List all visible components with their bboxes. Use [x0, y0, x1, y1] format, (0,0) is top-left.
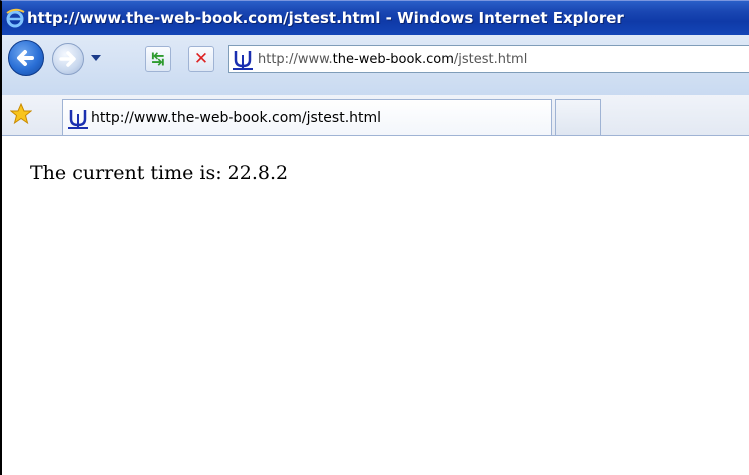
refresh-icon: ↹ [151, 49, 165, 68]
ie-logo-icon [5, 8, 25, 28]
address-domain: the-web-book.com [332, 51, 454, 67]
forward-button[interactable] [52, 43, 84, 75]
window-title: http://www.the-web-book.com/jstest.html … [27, 9, 624, 27]
address-prefix: http://www. [258, 51, 333, 67]
favorites-star-icon[interactable] [9, 102, 33, 125]
browser-window: http://www.the-web-book.com/jstest.html … [0, 0, 749, 475]
navigation-bar: ↹ ✕ http://www.the-web-book.com/jstest.h… [2, 35, 749, 95]
new-tab-button[interactable] [555, 99, 601, 135]
refresh-button[interactable]: ↹ [145, 46, 171, 72]
address-bar[interactable]: http://www.the-web-book.com/jstest.html [228, 45, 749, 73]
back-arrow-icon [17, 50, 34, 66]
forward-arrow-icon [59, 51, 76, 67]
stop-button[interactable]: ✕ [188, 46, 214, 72]
site-favicon-icon [232, 48, 254, 70]
tab-bar: http://www.the-web-book.com/jstest.html [2, 95, 749, 136]
tab-active[interactable]: http://www.the-web-book.com/jstest.html [62, 99, 552, 135]
back-button[interactable] [8, 40, 44, 76]
stop-icon: ✕ [193, 49, 209, 69]
address-url: http://www.the-web-book.com/jstest.html [258, 52, 527, 67]
tab-title: http://www.the-web-book.com/jstest.html [91, 109, 382, 126]
address-path: /jstest.html [453, 51, 528, 67]
page-body-text: The current time is: 22.8.2 [30, 162, 289, 184]
title-bar: http://www.the-web-book.com/jstest.html … [2, 1, 749, 35]
page-content: The current time is: 22.8.2 [2, 136, 749, 475]
site-favicon-icon [67, 107, 89, 129]
dropdown-arrow-icon[interactable] [91, 55, 101, 61]
